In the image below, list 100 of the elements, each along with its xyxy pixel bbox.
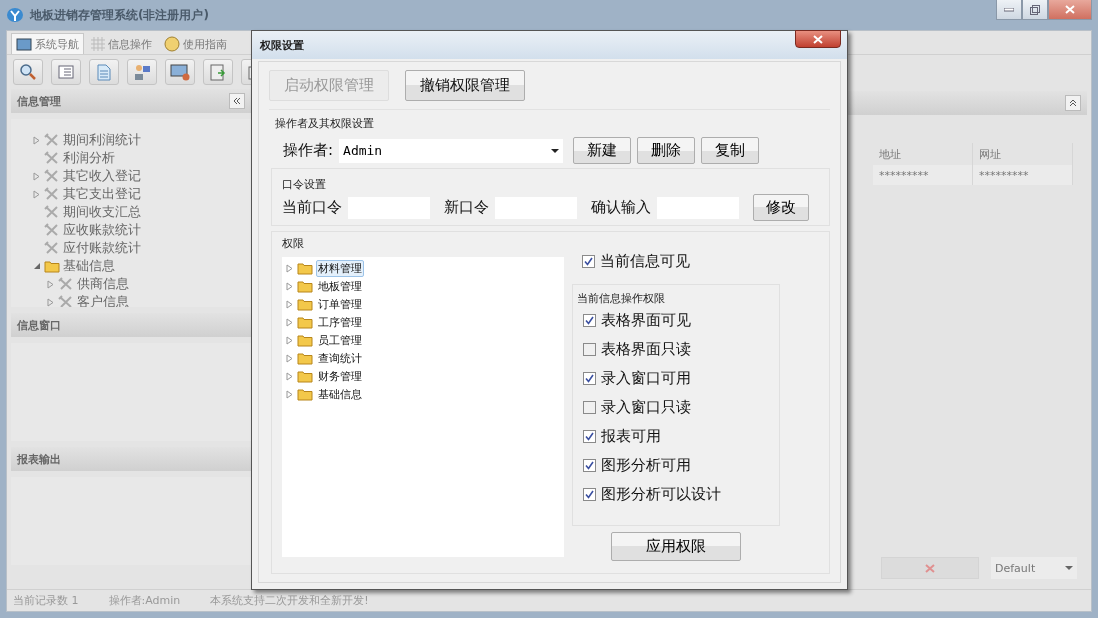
restore-button[interactable] [1022,0,1048,20]
checkbox[interactable] [582,255,595,268]
operator-dropdown[interactable]: Admin [339,138,564,163]
expand-arrow-icon[interactable] [47,279,55,289]
close-icon [813,34,823,44]
checkbox[interactable] [583,401,596,414]
group-title: 权限 [282,236,305,251]
table-cell: ********* [873,165,973,185]
monitor-icon [170,63,190,81]
list-icon [58,65,74,79]
tree-item[interactable]: 利润分析 [63,149,115,167]
tools-icon [44,223,60,237]
field-label: 操作者: [283,141,334,160]
checkbox-label[interactable]: 表格界面只读 [601,340,691,359]
tools-icon [44,205,60,219]
tree-item[interactable]: 工序管理 [316,313,364,331]
user-icon [133,63,151,81]
action-button[interactable]: 删除 [637,137,696,164]
field-label: 确认输入 [591,198,651,217]
tree-item[interactable]: 供商信息 [77,275,129,293]
folder-icon [297,333,313,347]
tab[interactable]: 信息操作 [86,33,157,54]
checkbox[interactable] [583,488,596,501]
tab[interactable]: 使用指南 [159,33,232,54]
tools-icon [44,133,60,147]
toolbar-button[interactable] [203,59,233,85]
style-dropdown[interactable]: Default [991,557,1077,579]
tree-item[interactable]: 订单管理 [316,295,364,313]
close-button[interactable] [795,30,841,48]
apply-button[interactable]: 应用权限 [611,532,741,561]
tree-item[interactable]: 期间利润统计 [63,131,141,149]
tree-item[interactable]: 基础信息 [63,257,115,275]
action-button[interactable]: 复制 [701,137,760,164]
toolbar-button[interactable] [13,59,43,85]
panel-title: 信息窗口 [17,317,61,333]
app-logo-icon [6,7,24,23]
tree-item[interactable]: 基础信息 [316,385,364,403]
tree-item[interactable]: 地板管理 [316,277,364,295]
field-label: 当前口令 [282,198,342,217]
minimize-icon [1004,7,1014,12]
expand-arrow-icon[interactable] [33,171,41,181]
panel-title: 报表输出 [17,451,61,467]
minimize-button[interactable] [996,0,1022,20]
tree-item[interactable]: 应收账款统计 [63,221,141,239]
folder-icon [297,387,313,401]
double-chevron-left-icon [232,96,242,106]
action-button[interactable]: 新建 [573,137,632,164]
tools-icon [44,187,60,201]
checkbox-label[interactable]: 表格界面可见 [601,311,691,330]
group-title: 当前信息操作权限 [577,292,665,305]
tree-item[interactable]: 应付账款统计 [63,239,141,257]
checkbox-label[interactable]: 录入窗口只读 [601,398,691,417]
checkbox[interactable] [583,459,596,472]
collapse-arrow-icon[interactable] [33,262,41,270]
search-icon [19,63,37,81]
caret-icon [551,148,560,153]
panel-title: 信息管理 [17,93,61,109]
tools-icon [58,295,74,307]
folder-icon [297,279,313,293]
tree-item[interactable]: 其它收入登记 [63,167,141,185]
folder-icon [44,259,60,273]
checkbox[interactable] [583,343,596,356]
toolbar-button[interactable] [165,59,195,85]
collapse-button[interactable] [229,93,245,109]
expand-arrow-icon[interactable] [33,189,41,199]
tree-item[interactable]: 财务管理 [316,367,364,385]
close-icon [925,563,935,573]
tree-item[interactable]: 材料管理 [316,259,364,277]
folder-icon [297,261,313,275]
checkbox[interactable] [583,314,596,327]
collapse-button[interactable] [1065,95,1081,111]
action-button[interactable]: 修改 [753,194,809,221]
tab[interactable]: 系统导航 [11,33,84,54]
tree-item[interactable]: 期间收支汇总 [63,203,141,221]
close-icon [1065,5,1075,14]
tools-icon [44,169,60,183]
toolbar-button[interactable] [89,59,119,85]
expand-arrow-icon[interactable] [47,297,55,307]
checkbox[interactable] [583,372,596,385]
tree-item[interactable]: 其它支出登记 [63,185,141,203]
section-title: 操作者及其权限设置 [275,117,374,130]
toolbar-button[interactable] [51,59,81,85]
action-button[interactable]: 撤销权限管理 [405,70,525,101]
toolbar-button[interactable] [127,59,157,85]
checkbox[interactable] [583,430,596,443]
checkbox-label[interactable]: 图形分析可以设计 [601,485,721,504]
grid-icon [91,37,105,51]
checkbox-label[interactable]: 当前信息可见 [600,252,690,271]
tree-item[interactable]: 员工管理 [316,331,364,349]
help-icon [164,36,180,52]
expand-arrow-icon[interactable] [33,135,41,145]
checkbox-label[interactable]: 报表可用 [601,427,661,446]
status-text: 当前记录数 1 [13,593,79,608]
checkbox-label[interactable]: 录入窗口可用 [601,369,691,388]
folder-icon [297,351,313,365]
tree-item[interactable]: 查询统计 [316,349,364,367]
checkbox-label[interactable]: 图形分析可用 [601,456,691,475]
status-text: 操作者:Admin [108,593,181,608]
tree-item[interactable]: 客户信息 [77,293,129,307]
dialog-title: 权限设置 [260,37,304,53]
